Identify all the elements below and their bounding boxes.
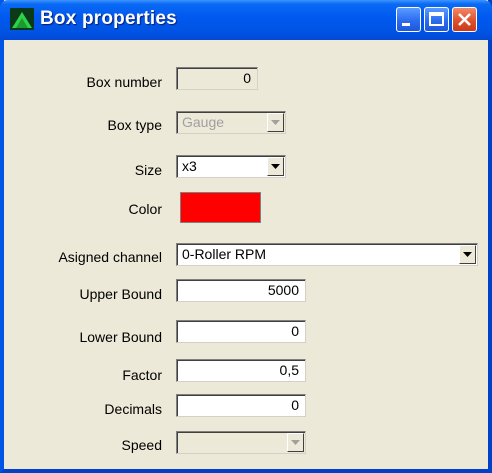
speed-select bbox=[176, 431, 306, 454]
assigned-channel-select[interactable]: 0-Roller RPM bbox=[176, 243, 478, 266]
assigned-channel-dropdown-button[interactable] bbox=[459, 245, 476, 264]
chevron-down-icon bbox=[271, 164, 280, 169]
decimals-label: Decimals bbox=[104, 401, 162, 417]
minimize-icon bbox=[402, 23, 410, 26]
chevron-down-icon bbox=[271, 120, 280, 125]
box-type-value: Gauge bbox=[182, 114, 225, 130]
lower-bound-input[interactable]: 0 bbox=[176, 320, 306, 343]
title-bar[interactable]: Box properties bbox=[0, 0, 492, 40]
window-title: Box properties bbox=[40, 8, 177, 29]
close-icon bbox=[458, 13, 471, 26]
size-select[interactable]: x3 bbox=[176, 155, 286, 178]
lower-bound-label: Lower Bound bbox=[79, 329, 162, 345]
green-gauge-icon bbox=[10, 8, 34, 30]
minimize-button[interactable] bbox=[396, 7, 421, 32]
chevron-down-icon bbox=[463, 252, 472, 257]
close-button[interactable] bbox=[452, 7, 477, 32]
box-type-select: Gauge bbox=[176, 111, 286, 134]
size-value: x3 bbox=[182, 158, 197, 174]
assigned-channel-value: 0-Roller RPM bbox=[182, 246, 267, 262]
color-swatch[interactable] bbox=[180, 192, 261, 223]
color-label: Color bbox=[128, 201, 162, 217]
size-dropdown-button[interactable] bbox=[267, 157, 284, 176]
maximize-icon bbox=[429, 12, 444, 26]
assigned-channel-label: Asigned channel bbox=[58, 249, 162, 265]
upper-bound-label: Upper Bound bbox=[79, 286, 162, 302]
box-number-label: Box number bbox=[86, 74, 162, 90]
box-properties-window: Box properties Box number 0 Box type Gau… bbox=[0, 0, 492, 473]
speed-label: Speed bbox=[121, 437, 162, 453]
upper-bound-input[interactable]: 5000 bbox=[176, 279, 306, 302]
box-type-label: Box type bbox=[107, 117, 162, 133]
decimals-input[interactable]: 0 bbox=[176, 394, 306, 417]
speed-dropdown-button bbox=[287, 433, 304, 452]
box-type-dropdown-button bbox=[267, 113, 284, 132]
box-number-field: 0 bbox=[176, 67, 258, 90]
factor-input[interactable]: 0,5 bbox=[176, 359, 306, 382]
chevron-down-icon bbox=[291, 440, 300, 445]
size-label: Size bbox=[134, 162, 162, 178]
factor-label: Factor bbox=[122, 367, 162, 383]
maximize-button[interactable] bbox=[424, 7, 449, 32]
